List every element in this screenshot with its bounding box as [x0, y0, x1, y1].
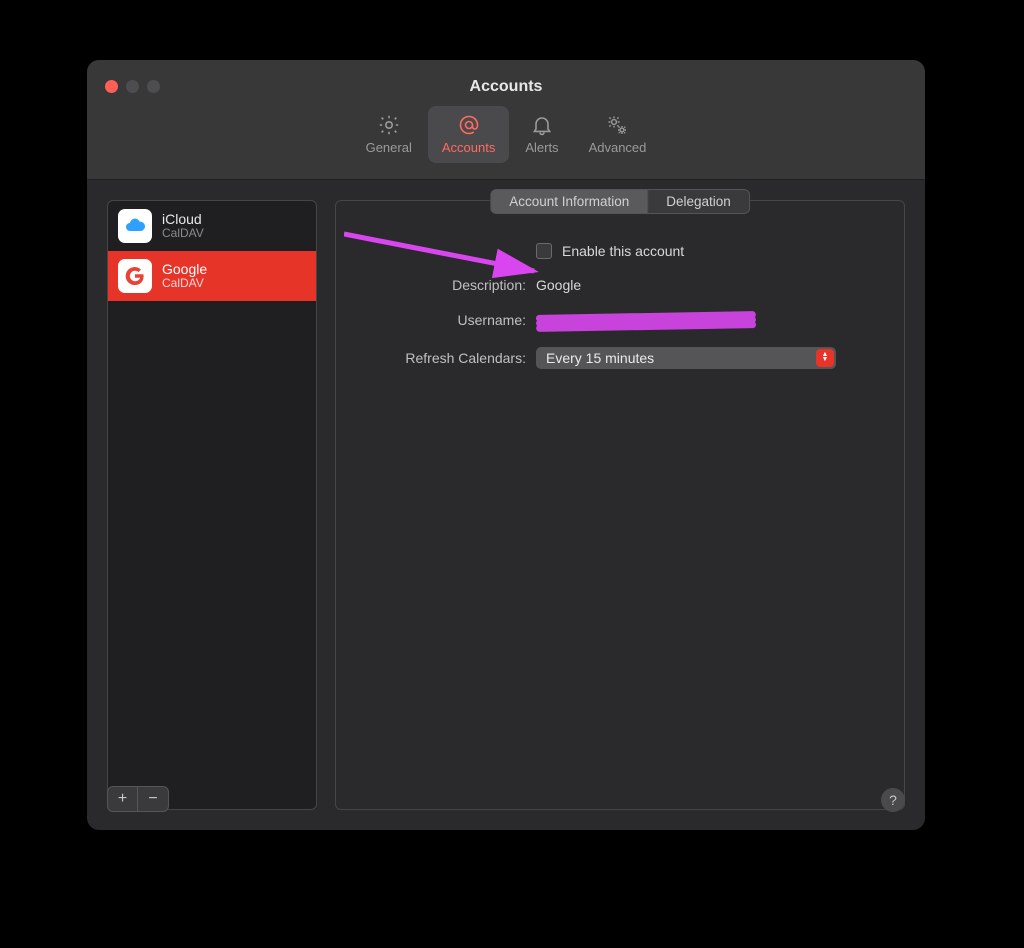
help-button[interactable]: ?: [881, 788, 905, 812]
remove-account-button[interactable]: −: [138, 787, 168, 811]
username-row: Username:: [346, 311, 894, 329]
description-row: Description: Google: [346, 277, 894, 293]
account-subtype: CalDAV: [162, 227, 204, 241]
google-icon: [118, 259, 152, 293]
minimize-button[interactable]: [126, 80, 139, 93]
tab-accounts-label: Accounts: [442, 140, 495, 155]
titlebar: Accounts General Accounts Alerts: [87, 60, 925, 180]
preferences-window: Accounts General Accounts Alerts: [87, 60, 925, 830]
traffic-lights: [105, 80, 160, 93]
account-row-google[interactable]: Google CalDAV: [108, 251, 316, 301]
description-label: Description:: [346, 277, 526, 293]
tab-delegation[interactable]: Delegation: [647, 189, 750, 214]
refresh-calendars-select[interactable]: Every 15 minutes ▲▼: [536, 347, 836, 369]
tab-alerts[interactable]: Alerts: [511, 106, 572, 163]
refresh-label: Refresh Calendars:: [346, 350, 526, 366]
add-remove-buttons: + −: [107, 786, 169, 812]
gears-icon: [605, 112, 629, 138]
username-value-redacted: [536, 311, 756, 329]
toolbar: General Accounts Alerts Advanced: [352, 106, 661, 163]
tab-general[interactable]: General: [352, 106, 426, 163]
close-button[interactable]: [105, 80, 118, 93]
account-name: Google: [162, 261, 207, 277]
username-label: Username:: [346, 312, 526, 328]
content-area: iCloud CalDAV Google CalDAV Account Info…: [87, 180, 925, 830]
add-account-button[interactable]: +: [108, 787, 138, 811]
account-details-panel: Account Information Delegation Enable th…: [335, 200, 905, 810]
account-subtype: CalDAV: [162, 277, 207, 291]
account-text: Google CalDAV: [162, 261, 207, 291]
tab-accounts[interactable]: Accounts: [428, 106, 509, 163]
bell-icon: [530, 112, 554, 138]
tab-advanced-label: Advanced: [589, 140, 647, 155]
accounts-sidebar: iCloud CalDAV Google CalDAV: [107, 200, 317, 810]
at-icon: [457, 112, 481, 138]
enable-account-checkbox[interactable]: [536, 243, 552, 259]
tab-general-label: General: [366, 140, 412, 155]
account-form: Enable this account Description: Google …: [346, 243, 894, 369]
refresh-selected-value: Every 15 minutes: [546, 350, 654, 366]
select-stepper-icon: ▲▼: [816, 349, 834, 367]
icloud-icon: [118, 209, 152, 243]
tab-account-information[interactable]: Account Information: [490, 189, 647, 214]
description-value: Google: [536, 277, 581, 293]
gear-icon: [377, 112, 401, 138]
zoom-button[interactable]: [147, 80, 160, 93]
detail-tabs: Account Information Delegation: [490, 189, 750, 214]
account-name: iCloud: [162, 211, 204, 227]
tab-advanced[interactable]: Advanced: [575, 106, 661, 163]
window-title: Accounts: [470, 78, 543, 96]
account-row-icloud[interactable]: iCloud CalDAV: [108, 201, 316, 251]
enable-row: Enable this account: [346, 243, 894, 259]
enable-account-label: Enable this account: [562, 243, 684, 259]
account-text: iCloud CalDAV: [162, 211, 204, 241]
tab-alerts-label: Alerts: [525, 140, 558, 155]
refresh-row: Refresh Calendars: Every 15 minutes ▲▼: [346, 347, 894, 369]
